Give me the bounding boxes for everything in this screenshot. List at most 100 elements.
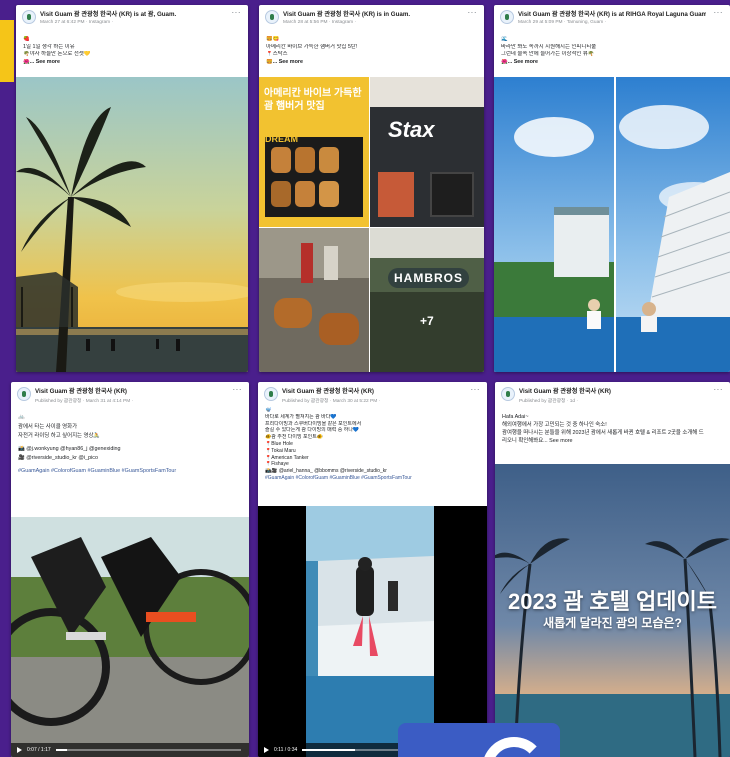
post-line: 즐길 수 있다는게 괌 다이빙의 매력 중 하나💙 (265, 427, 360, 434)
video-progress-fill (302, 749, 356, 751)
post-text: 🚲 괌에서 타는 사이클 영화가 자전거 라이딩 하고 싶어지는 영상🚴 📸 @… (11, 410, 249, 476)
post-line: 아메리칸 바이브 가득한 햄버거 맛집 5탄! (266, 43, 358, 50)
page-name[interactable]: Visit Guam 괌 관광청 한국사 (KR) (282, 386, 463, 395)
image-subheadline: 새롭게 달라진 괌의 모습은? (543, 616, 682, 630)
post-text: Hafa Adai~ 해외여행에서 가장 고민되는 것 중 하나인 숙소! 괌여… (495, 410, 730, 445)
post-text: 🍔😋 아메리칸 바이브 가득한 햄버거 맛집 5탄! 📍스탁스 🍔... See… (259, 33, 484, 66)
post-image[interactable] (16, 77, 248, 372)
hashtags[interactable]: #GuamAgain #ColorofGuam #GuaminBlue #Gua… (18, 467, 242, 477)
post-meta: Published by 괌관광청 · March 30 at 5:22 PM … (282, 399, 381, 404)
post-line: 📍Blue Hole (265, 440, 293, 447)
sunset-palm-image (16, 77, 248, 372)
post-card-3[interactable]: Visit Guam 괌 관광청 한국사 (KR) is at RIHGA Ro… (494, 5, 730, 372)
video-progress-bar[interactable] (55, 749, 241, 751)
post-line: 그런데 물속 안에 들어가는 이상적인 뷰🌴 (501, 51, 595, 57)
photo-hambros[interactable]: HAMBROS +7 (370, 228, 484, 372)
post-meta: March 28 at 5:56 PM · Instagram · (283, 20, 357, 25)
post-card-1[interactable]: Visit Guam 괌 관광청 한국사 (KR) is at 괌, Guam.… (16, 5, 248, 372)
post-header: Visit Guam 괌 관광청 한국사 (KR) is in Guam. Ma… (259, 5, 484, 33)
video-progress-fill (55, 749, 67, 751)
page-avatar[interactable] (500, 10, 514, 24)
post-header: Visit Guam 괌 관광청 한국사 (KR) is at 괌, Guam.… (16, 5, 248, 33)
post-header: Visit Guam 괌 관광청 한국사 (KR) Published by 괌… (258, 382, 487, 404)
post-meta: Published by 괌관광청 · 1d · (519, 399, 578, 404)
post-header: Visit Guam 괌 관광청 한국사 (KR) is at RIHGA Ro… (494, 5, 730, 33)
cycling-video[interactable]: 0:07 / 1:17 (11, 517, 249, 757)
post-line: 자전거 라이딩 하고 싶어지는 영상🚴 (18, 433, 101, 439)
post-line: 📍Fishaye (265, 461, 289, 468)
post-meta: March 27 at 6:42 PM · Instagram · (40, 20, 114, 25)
see-more-link[interactable]: 🍔... See more (266, 59, 477, 67)
page-avatar[interactable] (264, 387, 278, 401)
post-text: 🤿 바다로 세계가 펼쳐지는 괌 바다💙 프리다이빙과 스쿠버다이빙을 같은 포… (258, 404, 487, 482)
hotel-update-image[interactable]: 2023 괌 호텔 업데이트 새롭게 달라진 괌의 모습은? (495, 464, 730, 757)
page-name[interactable]: Visit Guam 괌 관광청 한국사 (KR) (35, 386, 225, 395)
more-options-icon[interactable]: ··· (714, 385, 724, 394)
hashtags[interactable]: #GuamAgain #ColorofGuam #GuaminBlue #Gua… (265, 475, 480, 482)
post-line: 🐠괌 추천 다이빙 포인트🐠 (265, 434, 324, 441)
page-name[interactable]: Visit Guam 괌 관광청 한국사 (KR) is at RIHGA Ro… (518, 9, 706, 18)
post-card-2[interactable]: Visit Guam 괌 관광청 한국사 (KR) is in Guam. Ma… (259, 5, 484, 372)
photo-promo[interactable]: 아메리칸 바이브 가득한 괌 햄버거 맛집 (259, 77, 369, 227)
diving-video[interactable]: 0:11 / 0:34 (258, 506, 487, 757)
post-text: 🌊 바라만 봐도 속까지 시원해지는 인피니티풀 그런데 물속 안에 들어가는 … (494, 33, 730, 66)
see-more-link[interactable]: 🌺... See more (501, 59, 723, 67)
page-avatar[interactable] (265, 10, 279, 24)
page-avatar[interactable] (22, 10, 36, 24)
cycling-video-frame (11, 517, 249, 757)
post-line: 🌴야자 하늘만 돈으로 선셋💛 (23, 51, 91, 57)
post-line: 🍓 (23, 36, 30, 42)
video-time: 0:11 / 0:34 (274, 747, 298, 753)
post-line: Hafa Adai~ (502, 414, 529, 420)
post-line: 📍American Tanker (265, 454, 309, 461)
post-line: 1일 1일 생각 하는 이유 (23, 43, 75, 50)
post-card-4[interactable]: Visit Guam 괌 관광청 한국사 (KR) Published by 괌… (11, 382, 249, 757)
post-text: 🍓 1일 1일 생각 하는 이유 🌴야자 하늘만 돈으로 선셋💛 🌺... Se… (16, 33, 248, 66)
post-line: 🍔😋 (266, 36, 280, 42)
post-header: Visit Guam 괌 관광청 한국사 (KR) Published by 괌… (11, 382, 249, 410)
post-line: 프리다이빙과 스쿠버다이빙을 같은 포인트에서 (265, 420, 362, 427)
post-line: 괌에서 타는 사이클 영화가 (18, 423, 78, 430)
see-more-link[interactable]: 리오니 확인해봐요... See more (502, 437, 723, 445)
post-line: 🚲 (18, 414, 25, 420)
post-line: 괌여행을 떠나시는 분들을 위해 2023년 괌에서 새롭게 바뀐 호텔 & 리… (502, 430, 704, 436)
image-headline: 2023 괌 호텔 업데이트 (508, 589, 717, 614)
page-avatar[interactable] (17, 387, 31, 401)
see-more-link[interactable]: 🌺... See more (23, 59, 241, 67)
post-line: 📸 @j.wonkyung @hyan86_j @genexiding (18, 445, 121, 452)
post-line: 🤿 (265, 407, 272, 413)
hambros-sign: HAMBROS (388, 268, 469, 288)
more-options-icon[interactable]: ··· (471, 385, 481, 394)
post-card-5[interactable]: Visit Guam 괌 관광청 한국사 (KR) Published by 괌… (258, 382, 487, 757)
post-header: Visit Guam 괌 관광청 한국사 (KR) Published by 괌… (495, 382, 730, 410)
post-meta: March 29 at 5:09 PM · Tamuning, Guam · (518, 20, 607, 25)
post-line: 📍Tokai Maru (265, 447, 296, 454)
post-line: 해외여행에서 가장 고민되는 것 중 하나인 숙소! (502, 422, 607, 428)
more-options-icon[interactable]: ··· (233, 385, 243, 394)
page-name[interactable]: Visit Guam 괌 관광청 한국사 (KR) is at 괌, Guam. (40, 9, 224, 18)
more-options-icon[interactable]: ··· (468, 8, 478, 17)
more-options-icon[interactable]: ··· (232, 8, 242, 17)
page-avatar[interactable] (501, 387, 515, 401)
yellow-tab (0, 20, 14, 82)
photo-grid: 아메리칸 바이브 가득한 괌 햄버거 맛집 Stax IT WAS ALL A … (259, 77, 484, 372)
post-line: 바라만 봐도 속까지 시원해지는 인피니티풀 (501, 43, 597, 50)
infinity-pool-image (494, 77, 730, 372)
more-photos-count[interactable]: +7 (420, 314, 434, 328)
burger-photo-strip (265, 137, 363, 217)
post-line: 🌊 (501, 36, 508, 42)
post-card-6[interactable]: Visit Guam 괌 관광청 한국사 (KR) Published by 괌… (495, 382, 730, 757)
photo-burgers[interactable] (259, 228, 369, 372)
post-meta: Published by 괌관광청 · March 31 at 4:14 PM … (35, 399, 134, 404)
play-icon[interactable] (264, 747, 269, 753)
promo-title: 아메리칸 바이브 가득한 괌 햄버거 맛집 (264, 88, 362, 112)
page-name[interactable]: Visit Guam 괌 관광청 한국사 (KR) is in Guam. (283, 9, 460, 18)
wall-art-text: IT WAS ALL A DREAM (265, 112, 298, 144)
more-options-icon[interactable]: ··· (714, 8, 724, 17)
play-icon[interactable] (17, 747, 22, 753)
post-line: 🎥 @riverside_studio_kr @i_pico (18, 455, 98, 461)
page-name[interactable]: Visit Guam 괌 관광청 한국사 (KR) (519, 386, 706, 395)
video-controls[interactable]: 0:07 / 1:17 (11, 743, 249, 757)
photo-stax[interactable]: Stax IT WAS ALL A DREAM (265, 77, 484, 227)
resort-photos[interactable] (494, 77, 730, 372)
